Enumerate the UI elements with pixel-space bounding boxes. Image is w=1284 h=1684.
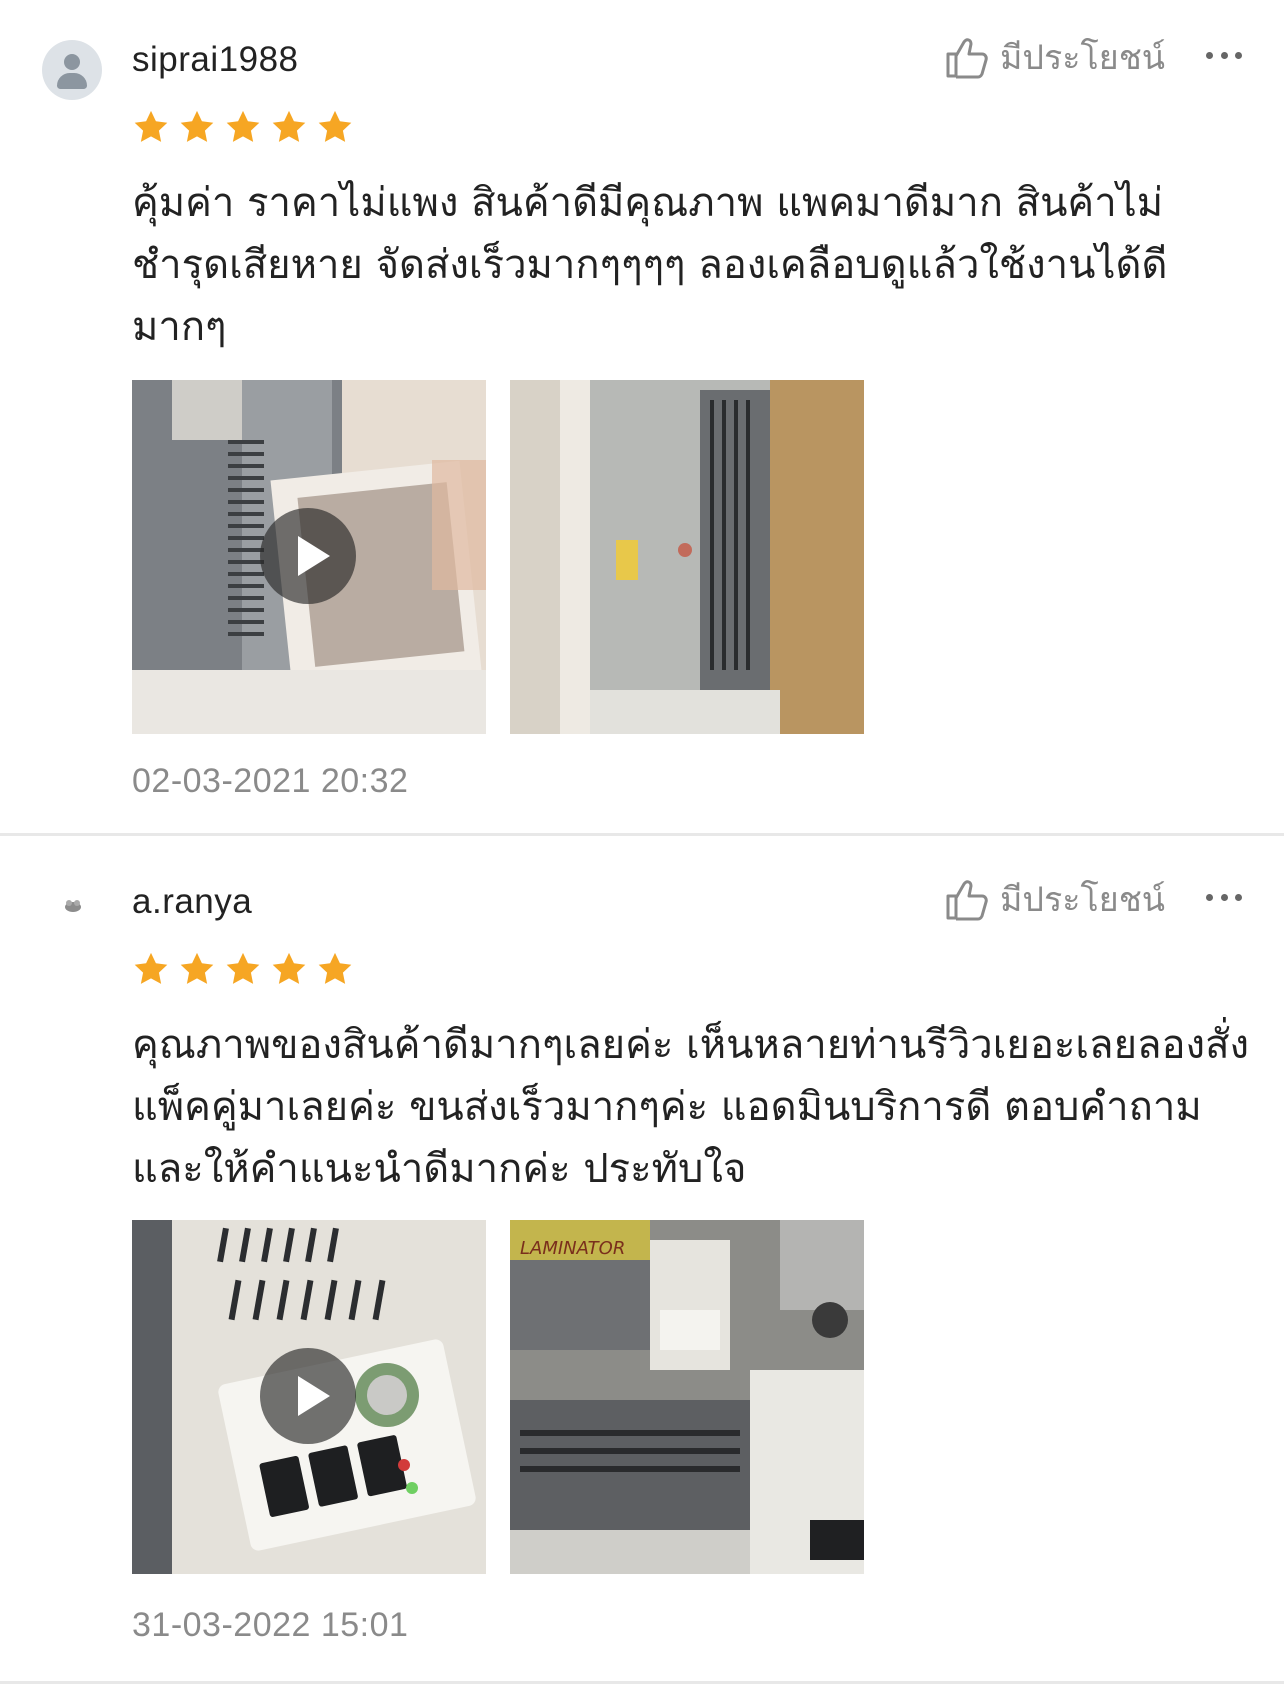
review-video-thumbnail[interactable]	[132, 380, 486, 734]
star-icon	[226, 110, 260, 142]
username[interactable]: a.ranya	[132, 882, 252, 922]
helpful-button[interactable]: มีประโยชน์	[944, 30, 1165, 84]
helpful-label: มีประโยชน์	[1000, 38, 1166, 78]
review-photo-thumbnail[interactable]: LAMINATOR	[510, 1220, 864, 1574]
star-icon	[318, 952, 352, 984]
star-icon	[226, 952, 260, 984]
helpful-button[interactable]: มีประโยชน์	[944, 872, 1165, 926]
star-icon	[134, 952, 168, 984]
helpful-label: มีประโยชน์	[1000, 880, 1166, 920]
review-video-thumbnail[interactable]	[132, 1220, 486, 1574]
thumbs-up-icon	[946, 38, 988, 79]
laminators-photo-image: LAMINATOR	[510, 1220, 864, 1574]
more-options-icon[interactable]	[1206, 52, 1242, 62]
review-timestamp: 02-03-2021 20:32	[132, 762, 409, 800]
star-icon	[272, 952, 306, 984]
username[interactable]: siprai1988	[132, 40, 299, 80]
star-icon	[272, 110, 306, 142]
review-text: คุ้มค่า ราคาไม่แพง สินค้าดีมีคุณภาพ แพคม…	[132, 180, 1168, 350]
star-icon	[180, 110, 214, 142]
laminator-photo-image	[510, 380, 864, 734]
review-photo-thumbnail[interactable]	[510, 380, 864, 734]
review-timestamp: 31-03-2022 15:01	[132, 1606, 409, 1644]
more-options-icon[interactable]	[1206, 894, 1242, 904]
play-icon[interactable]	[260, 1348, 356, 1444]
star-icon	[318, 110, 352, 142]
avatar[interactable]	[62, 898, 84, 914]
review-text: คุณภาพของสินค้าดีมากๆเลยค่ะ เห็นหลายท่าน…	[132, 1022, 1250, 1192]
star-icon	[180, 952, 214, 984]
star-icon	[134, 110, 168, 142]
star-rating	[132, 108, 354, 146]
review-item: a.ranya มีประโยชน์ คุณภาพของสินค้าดีมากๆ…	[0, 836, 1284, 1684]
review-item: siprai1988 มีประโยชน์ คุ้มค่า ราคาไม่แพง…	[0, 0, 1284, 836]
play-icon[interactable]	[260, 508, 356, 604]
avatar[interactable]	[42, 40, 102, 100]
thumbs-up-icon	[946, 880, 988, 921]
star-rating	[132, 950, 354, 988]
laminator-brand-text: LAMINATOR	[520, 1238, 625, 1259]
